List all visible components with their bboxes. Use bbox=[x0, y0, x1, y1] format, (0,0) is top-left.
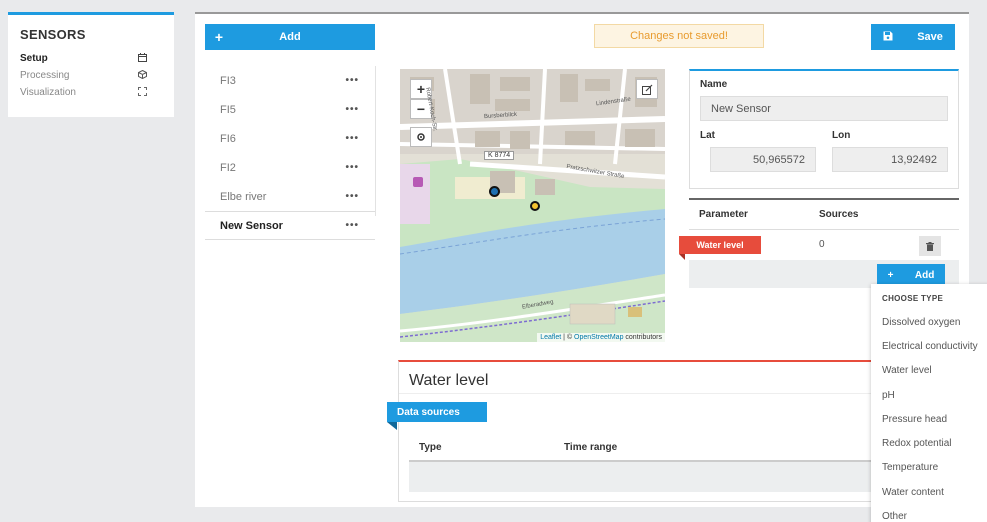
add-sensor-label: Add bbox=[279, 31, 301, 43]
data-sources-badge: Data sources bbox=[387, 402, 487, 430]
list-item[interactable]: FI6 ••• bbox=[205, 124, 375, 153]
cube-icon bbox=[136, 69, 148, 82]
nav-item-visualization[interactable]: Visualization bbox=[20, 84, 162, 101]
plus-icon: + bbox=[887, 269, 894, 281]
sensor-details-card: Name New Sensor Lat 50,965572 Lon 13,924… bbox=[689, 69, 959, 189]
list-item[interactable]: FI2 ••• bbox=[205, 153, 375, 182]
sensor-list: FI3 ••• FI5 ••• FI6 ••• FI2 ••• Elbe riv… bbox=[205, 66, 375, 240]
add-parameter-button[interactable]: + Add bbox=[877, 264, 945, 286]
dropdown-option[interactable]: pH bbox=[871, 383, 987, 407]
list-item[interactable]: Elbe river ••• bbox=[205, 182, 375, 211]
dropdown-option[interactable]: Water level bbox=[871, 359, 987, 383]
save-button[interactable]: Save bbox=[871, 24, 955, 50]
sensor-marker[interactable] bbox=[530, 201, 540, 211]
sensor-name: New Sensor bbox=[220, 219, 283, 232]
lat-label: Lat bbox=[700, 130, 715, 141]
choose-type-dropdown: CHOOSE TYPE Dissolved oxygen Electrical … bbox=[871, 284, 987, 522]
sensor-name: FI6 bbox=[220, 132, 236, 145]
sensor-name: FI2 bbox=[220, 161, 236, 174]
calendar-icon bbox=[136, 52, 148, 65]
dropdown-option[interactable]: Pressure head bbox=[871, 407, 987, 431]
sources-column-header: Sources bbox=[819, 209, 859, 220]
nav-item-setup[interactable]: Setup bbox=[20, 50, 162, 67]
unsaved-changes-notice: Changes not saved! bbox=[594, 24, 764, 48]
expand-icon bbox=[136, 86, 148, 99]
road-label: K 8774 bbox=[484, 151, 515, 160]
plus-icon: + bbox=[214, 29, 224, 45]
lat-field[interactable]: 50,965572 bbox=[710, 147, 816, 172]
more-options-icon[interactable]: ••• bbox=[345, 220, 359, 231]
leaflet-link[interactable]: Leaflet bbox=[540, 334, 561, 341]
parameter-name-badge[interactable]: Water level bbox=[679, 236, 761, 260]
nav-item-processing[interactable]: Processing bbox=[20, 67, 162, 84]
parameters-card: Parameter Sources Water level 0 + Add bbox=[679, 198, 959, 288]
dropdown-option[interactable]: Temperature bbox=[871, 456, 987, 480]
map-attribution: Leaflet | © OpenStreetMap contributors bbox=[537, 333, 665, 342]
more-options-icon[interactable]: ••• bbox=[345, 104, 359, 115]
dropdown-option[interactable]: Water content bbox=[871, 480, 987, 504]
save-label: Save bbox=[917, 31, 943, 43]
attribution-text: contributors bbox=[623, 334, 662, 341]
nav-title: SENSORS bbox=[20, 27, 86, 42]
floppy-disk-icon bbox=[883, 31, 893, 44]
sensor-name: Elbe river bbox=[220, 190, 267, 203]
more-options-icon[interactable]: ••• bbox=[345, 191, 359, 202]
add-sensor-button[interactable]: + Add bbox=[205, 24, 375, 50]
dropdown-header: CHOOSE TYPE bbox=[882, 294, 944, 303]
main-panel: + Add Changes not saved! Save FI3 ••• FI… bbox=[195, 12, 969, 507]
edit-icon[interactable] bbox=[636, 79, 658, 99]
sensor-map[interactable]: + − K 8774 Lindenstraße Bursberbilck Pra… bbox=[400, 69, 665, 342]
lon-label: Lon bbox=[832, 130, 851, 141]
data-sources-row bbox=[409, 462, 949, 492]
sensor-name: FI3 bbox=[220, 74, 236, 87]
dropdown-option[interactable]: Other bbox=[871, 504, 987, 522]
dropdown-option[interactable]: Dissolved oxygen bbox=[871, 310, 987, 334]
add-parameter-label: Add bbox=[914, 269, 935, 281]
data-sources-table: Type Time range bbox=[409, 434, 949, 492]
data-sources-header: Type Time range bbox=[409, 434, 949, 462]
list-item[interactable]: FI3 ••• bbox=[205, 66, 375, 95]
more-options-icon[interactable]: ••• bbox=[345, 75, 359, 86]
sources-count: 0 bbox=[819, 239, 825, 250]
sensors-nav: SENSORS Setup Processing Visualization bbox=[8, 12, 174, 117]
attribution-separator: | © bbox=[561, 334, 575, 341]
sensor-name: FI5 bbox=[220, 103, 236, 116]
name-field[interactable]: New Sensor bbox=[700, 96, 948, 121]
trash-icon[interactable] bbox=[919, 236, 941, 256]
list-item[interactable]: FI5 ••• bbox=[205, 95, 375, 124]
lon-field[interactable]: 13,92492 bbox=[832, 147, 948, 172]
name-label: Name bbox=[700, 79, 728, 90]
osm-link[interactable]: OpenStreetMap bbox=[574, 334, 623, 341]
sensor-marker[interactable] bbox=[489, 186, 500, 197]
nav-item-label: Setup bbox=[20, 53, 48, 64]
list-item-selected[interactable]: New Sensor ••• bbox=[205, 211, 375, 240]
time-range-column-header: Time range bbox=[564, 441, 618, 453]
nav-item-label: Processing bbox=[20, 70, 70, 81]
parameter-column-header: Parameter bbox=[699, 209, 748, 220]
type-column-header: Type bbox=[419, 441, 442, 453]
locate-icon[interactable] bbox=[410, 127, 432, 147]
list-divider bbox=[375, 66, 376, 216]
nav-item-label: Visualization bbox=[20, 87, 76, 98]
shop-icon bbox=[413, 177, 423, 187]
table-row[interactable]: Water level 0 bbox=[679, 230, 959, 260]
parameters-header: Parameter Sources bbox=[689, 200, 959, 230]
more-options-icon[interactable]: ••• bbox=[345, 133, 359, 144]
dropdown-option[interactable]: Redox potential bbox=[871, 431, 987, 455]
dropdown-option[interactable]: Electrical conductivity bbox=[871, 334, 987, 358]
more-options-icon[interactable]: ••• bbox=[345, 162, 359, 173]
